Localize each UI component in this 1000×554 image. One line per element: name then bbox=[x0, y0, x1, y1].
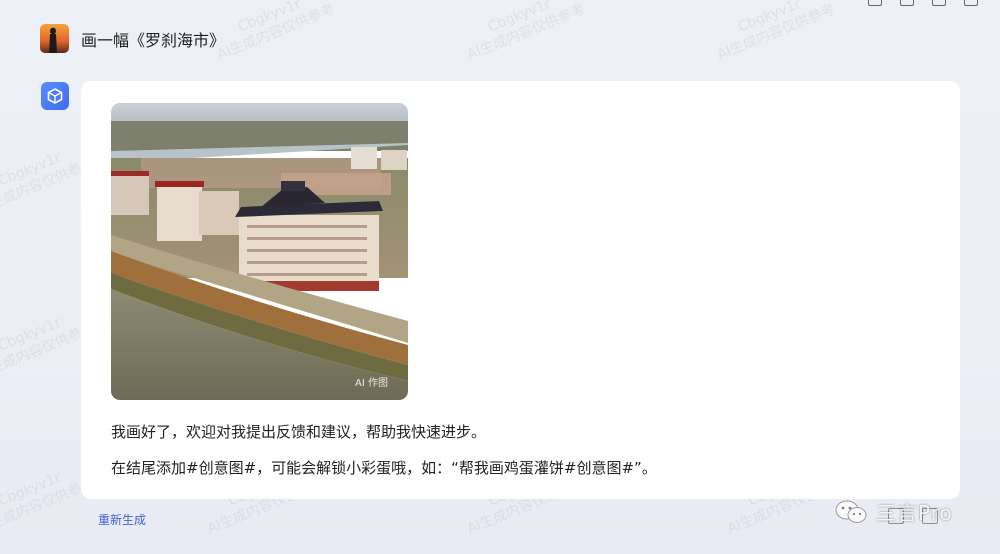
edit-icon[interactable] bbox=[932, 0, 946, 6]
watermark: Cbgkyv1rAI生成内容仅供参考 bbox=[714, 0, 838, 64]
generated-image[interactable]: AI 作图 bbox=[111, 103, 408, 400]
ai-image-tag: AI 作图 bbox=[355, 378, 388, 389]
top-action-icons bbox=[868, 0, 978, 6]
wechat-icon bbox=[835, 500, 867, 523]
watermark: Cbgkyv1rAI生成内容仅供参考 bbox=[214, 0, 338, 64]
brand-name: 三言Pro bbox=[876, 501, 953, 525]
copy-icon[interactable] bbox=[868, 0, 882, 6]
reply-text-line2: 在结尾添加#创意图#，可能会解锁小彩蛋哦，如：“帮我画鸡蛋灌饼#创意图#”。 bbox=[111, 459, 657, 477]
bot-avatar bbox=[41, 82, 69, 110]
user-avatar bbox=[40, 24, 69, 53]
user-prompt: 画一幅《罗刹海市》 bbox=[81, 30, 226, 50]
user-message: 画一幅《罗刹海市》 bbox=[40, 24, 225, 53]
brand-watermark: 三言Pro bbox=[834, 497, 953, 526]
watermark: Cbgkyv1rAI生成内容仅供参考 bbox=[464, 0, 588, 64]
cube-icon bbox=[47, 88, 63, 104]
share-icon[interactable] bbox=[900, 0, 914, 6]
more-icon[interactable] bbox=[964, 0, 978, 6]
regenerate-button[interactable]: 重新生成 bbox=[98, 511, 146, 528]
response-card: AI 作图 我画好了，欢迎对我提出反馈和建议，帮助我快速进步。 在结尾添加#创意… bbox=[81, 81, 960, 499]
reply-text-line1: 我画好了，欢迎对我提出反馈和建议，帮助我快速进步。 bbox=[111, 423, 487, 441]
